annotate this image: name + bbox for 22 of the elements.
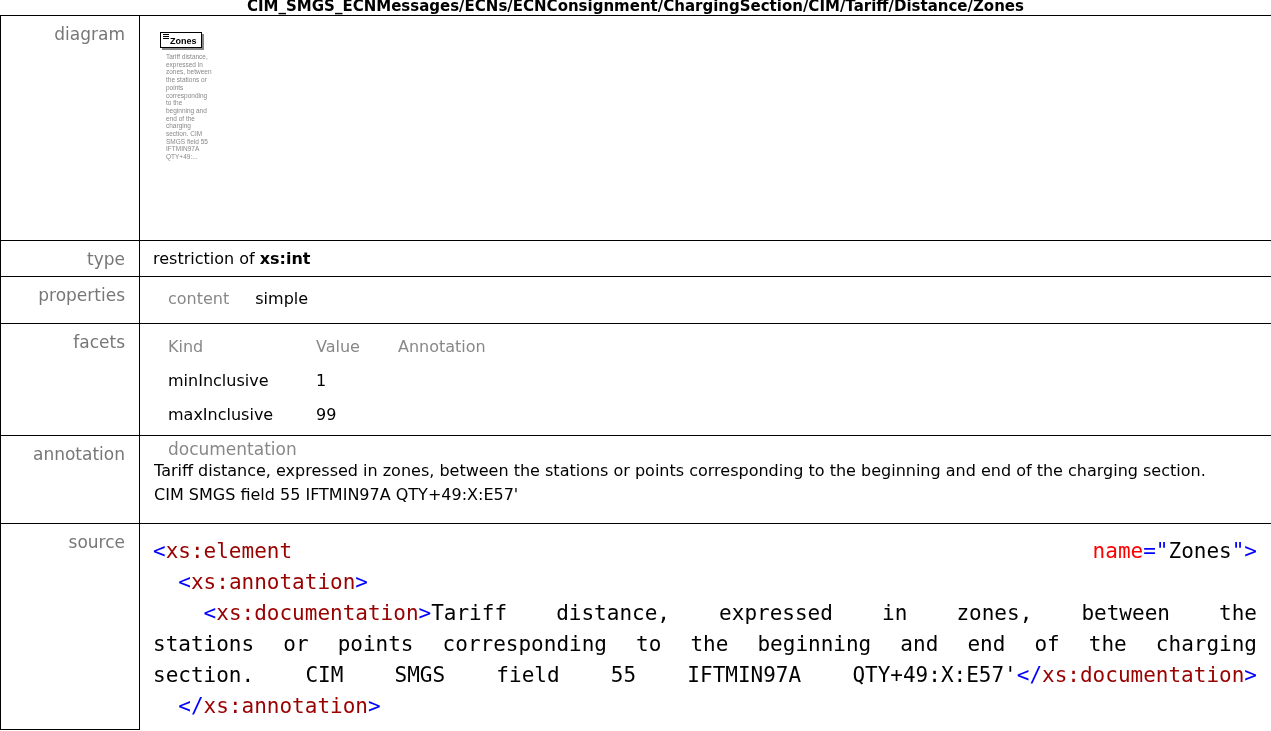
row-label: diagram — [54, 24, 125, 44]
facet-value: 99 — [316, 404, 338, 424]
lines-icon — [163, 34, 169, 39]
documentation-heading: documentation — [167, 439, 298, 459]
row-label: source — [68, 532, 125, 552]
row-label: annotation — [33, 444, 125, 464]
property-value: simple — [255, 289, 309, 310]
documentation-text: Tariff distance, expressed in zones, between the stations or points corresponding to the beginning and end of the charging section. CIM SMGS field 55 IFTMIN97A QTY+49:X:E57' — [154, 460, 1207, 506]
page-heading: CIM_SMGS_ECNMessages/ECNs/ECNConsignment/ChargingSection/CIM/Tariff/Distance/Zones — [246, 0, 1025, 15]
type-value: restriction of xs:int — [153, 249, 311, 268]
column-header: Annotation — [398, 336, 487, 356]
row-label: facets — [73, 332, 125, 352]
property-name: content — [168, 289, 230, 310]
source-code: <xs:element name="Zones"> <xs:annotation> <xs:documentation>Tariff distance, expressed in zones, between the stations or points corresponding to the beginning and end of the charging section. CIM SMGS field 55 IFTMIN97A QTY+49:X:E57'</xs:documentation> </xs:annotation> — [152, 538, 1258, 720]
facet-kind: minInclusive — [168, 370, 270, 390]
column-header: Value — [316, 336, 361, 356]
element-box: Zones — [160, 32, 202, 48]
facet-value: 1 — [316, 370, 328, 390]
facet-kind: maxInclusive — [168, 404, 275, 424]
row-label: properties — [38, 285, 125, 305]
column-header: Kind — [168, 336, 205, 356]
row-label: type — [87, 249, 125, 269]
